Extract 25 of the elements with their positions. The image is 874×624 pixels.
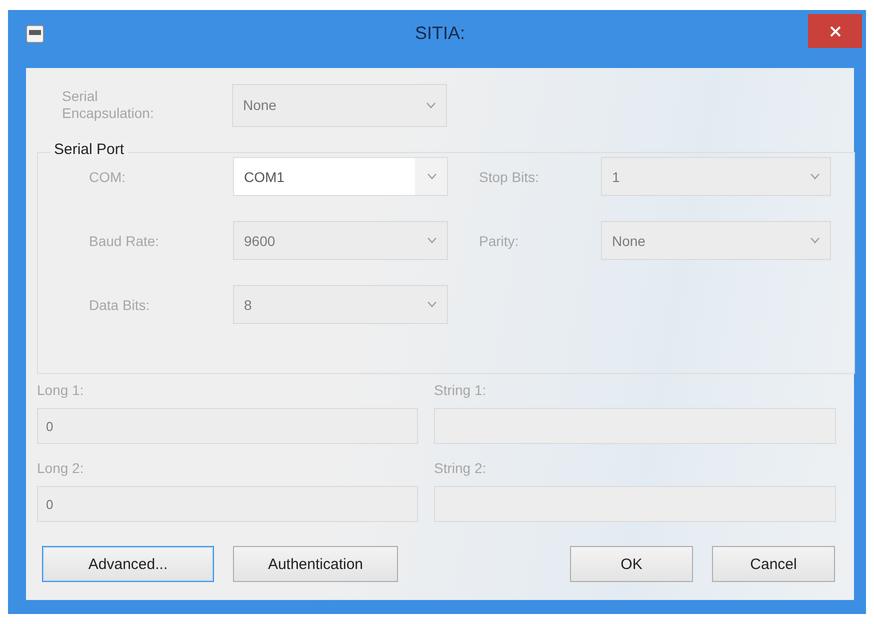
chevron-down-icon (810, 173, 820, 180)
field-label: Parity: (478, 232, 520, 248)
close-icon (830, 26, 840, 36)
field-label: Baud Rate: (89, 232, 160, 248)
dialog-button[interactable]: OK (570, 546, 693, 582)
dialog-button[interactable]: Cancel (712, 546, 835, 582)
chevron-down-icon (427, 173, 437, 180)
field-label: Serial Encapsulation: (61, 88, 155, 122)
field-label: Stop Bits: (478, 168, 540, 184)
app-icon (26, 25, 44, 43)
field-label: Long 2: (37, 460, 84, 478)
field-label: String 2: (434, 460, 486, 478)
field-label: COM: (89, 168, 127, 184)
dropdown[interactable]: COM1 (233, 157, 448, 196)
field-label: Data Bits: (89, 296, 151, 312)
window-title: SITIA: (414, 23, 465, 43)
dialog-button[interactable]: Advanced... (42, 546, 214, 582)
chevron-down-icon (427, 237, 437, 244)
chevron-down-icon (810, 237, 820, 244)
field-label: String 1: (434, 382, 486, 400)
close-button[interactable] (808, 14, 862, 48)
chevron-down-icon (426, 102, 436, 108)
dialog-button[interactable]: Authentication (233, 546, 398, 582)
chevron-down-icon (427, 301, 437, 308)
field-label: Long 1: (37, 382, 84, 400)
